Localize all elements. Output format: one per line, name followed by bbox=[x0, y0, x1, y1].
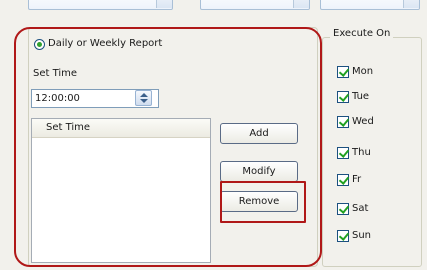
chevron-down-icon bbox=[156, 0, 172, 8]
checkbox-fr-label[interactable]: Fr bbox=[352, 174, 361, 185]
checkbox-sat[interactable] bbox=[337, 203, 350, 215]
chevron-down-icon bbox=[403, 0, 419, 8]
checkbox-fr[interactable] bbox=[337, 174, 350, 186]
checkbox-wed[interactable] bbox=[337, 116, 350, 128]
checkbox-wed-label[interactable]: Wed bbox=[352, 116, 374, 127]
highlight-annotation-rounded bbox=[14, 27, 322, 267]
highlight-annotation-remove bbox=[220, 181, 306, 223]
checkmark-icon bbox=[338, 147, 350, 158]
checkbox-tue[interactable] bbox=[337, 91, 350, 103]
checkbox-sat-label[interactable]: Sat bbox=[352, 203, 368, 214]
checkbox-thu[interactable] bbox=[337, 147, 350, 159]
execute-on-title: Execute On bbox=[330, 28, 394, 39]
checkbox-mon-label[interactable]: Mon bbox=[352, 66, 373, 77]
checkbox-mon[interactable] bbox=[337, 66, 350, 78]
checkmark-icon bbox=[338, 116, 350, 127]
checkmark-icon bbox=[338, 66, 350, 77]
checkbox-sun-label[interactable]: Sun bbox=[352, 230, 371, 241]
chevron-down-icon bbox=[293, 0, 309, 8]
checkbox-sun[interactable] bbox=[337, 230, 350, 242]
top-dropdown-1[interactable] bbox=[28, 0, 173, 10]
checkbox-tue-label[interactable]: Tue bbox=[352, 91, 369, 102]
checkmark-icon bbox=[338, 203, 350, 214]
checkmark-icon bbox=[338, 91, 350, 102]
checkmark-icon bbox=[338, 230, 350, 241]
checkbox-thu-label[interactable]: Thu bbox=[352, 147, 371, 158]
checkmark-icon bbox=[338, 174, 350, 185]
